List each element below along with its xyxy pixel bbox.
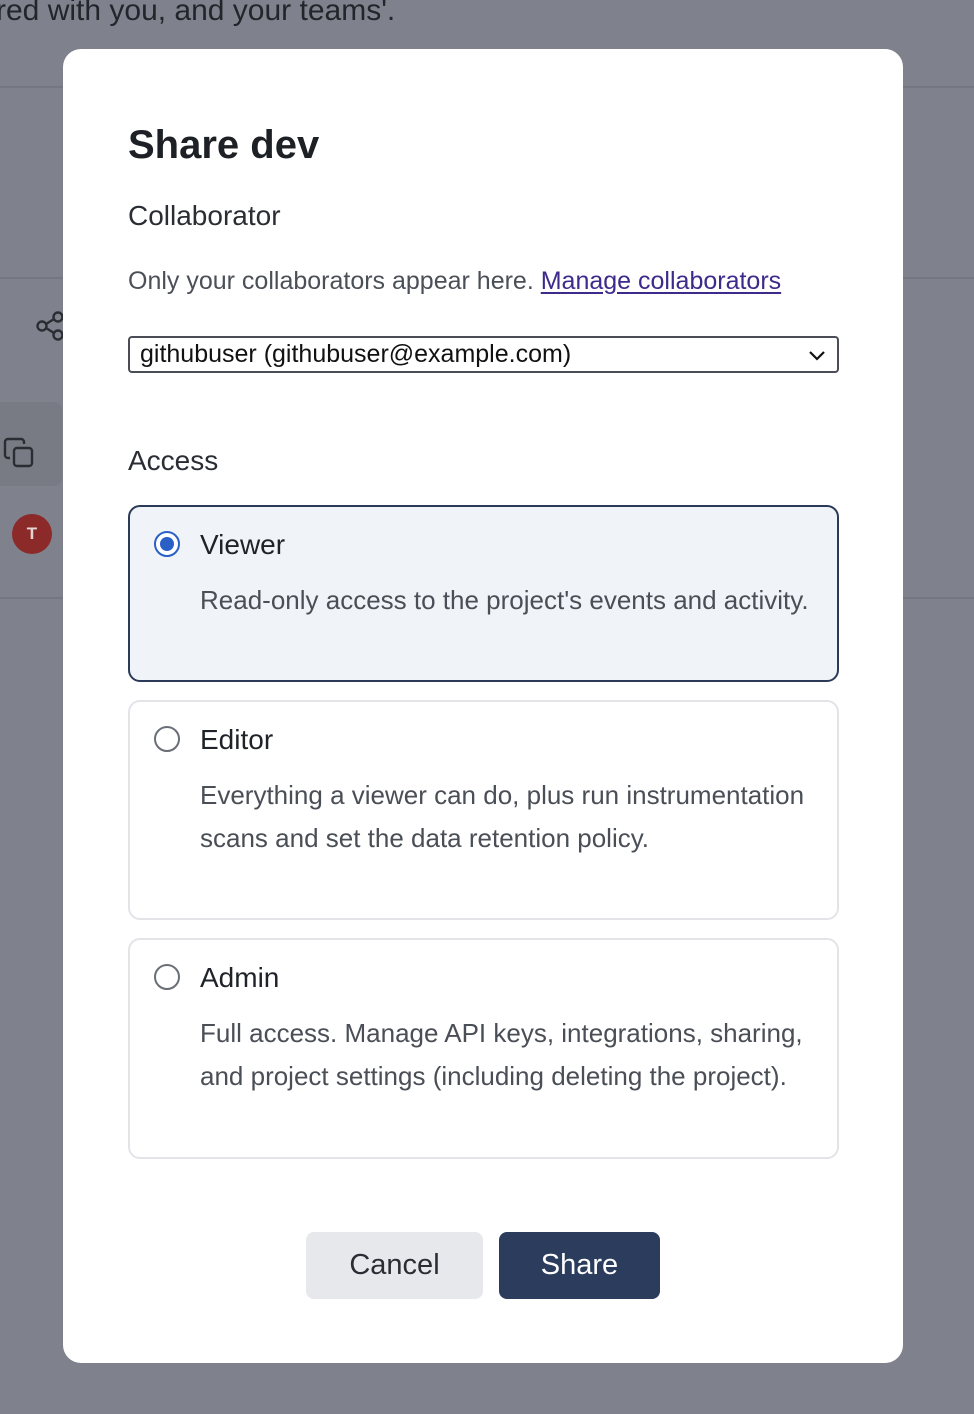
background-page-text: red with you, and your teams'. [0, 0, 396, 27]
admin-radio[interactable] [154, 964, 180, 990]
viewer-radio[interactable] [154, 531, 180, 557]
collaborator-help-text: Only your collaborators appear here. Man… [128, 267, 782, 295]
option-description: Full access. Manage API keys, integratio… [200, 1018, 803, 1091]
collaborator-select-value: githubuser (githubuser@example.com) [140, 340, 572, 368]
collaborator-label: Collaborator [128, 200, 281, 231]
avatar[interactable]: T [12, 514, 52, 554]
collaborator-select[interactable]: githubuser (githubuser@example.com) [128, 336, 839, 373]
share-icon[interactable] [34, 310, 66, 342]
access-label: Access [128, 445, 219, 476]
option-description: Everything a viewer can do, plus run ins… [200, 780, 805, 853]
access-option-viewer[interactable]: Viewer Read-only access to the project's… [128, 505, 839, 682]
cancel-button[interactable]: Cancel [306, 1232, 483, 1299]
option-title: Viewer [200, 529, 286, 560]
share-button[interactable]: Share [499, 1232, 660, 1299]
manage-collaborators-link[interactable]: Manage collaborators [541, 267, 781, 295]
option-title: Admin [200, 962, 280, 993]
share-dialog: Share dev Collaborator Only your collabo… [63, 49, 903, 1363]
option-description: Read-only access to the project's events… [200, 585, 809, 615]
option-title: Editor [200, 724, 274, 755]
dialog-title: Share dev [128, 123, 320, 167]
editor-radio[interactable] [154, 726, 180, 752]
access-option-editor[interactable]: Editor Everything a viewer can do, plus … [128, 700, 839, 920]
access-option-admin[interactable]: Admin Full access. Manage API keys, inte… [128, 938, 839, 1159]
copy-icon [3, 437, 34, 468]
chevron-down-icon [809, 350, 825, 361]
